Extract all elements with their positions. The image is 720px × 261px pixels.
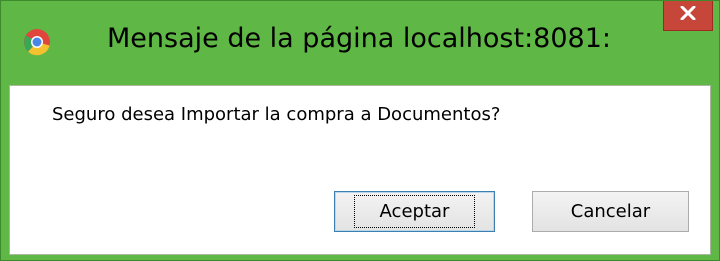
close-icon (680, 5, 696, 25)
alert-dialog: Mensaje de la página localhost:8081: Seg… (0, 0, 720, 261)
close-button[interactable] (663, 1, 713, 31)
cancel-button[interactable]: Cancelar (532, 191, 689, 232)
chrome-icon (23, 28, 51, 56)
dialog-message: Seguro desea Importar la compra a Docume… (52, 104, 501, 125)
dialog-content: Seguro desea Importar la compra a Docume… (9, 85, 711, 255)
accept-button-label: Aceptar (353, 195, 476, 228)
title-bar[interactable]: Mensaje de la página localhost:8081: (1, 1, 719, 85)
window-title: Mensaje de la página localhost:8081: (107, 23, 611, 54)
cancel-button-label: Cancelar (570, 201, 651, 222)
accept-button[interactable]: Aceptar (334, 191, 495, 232)
